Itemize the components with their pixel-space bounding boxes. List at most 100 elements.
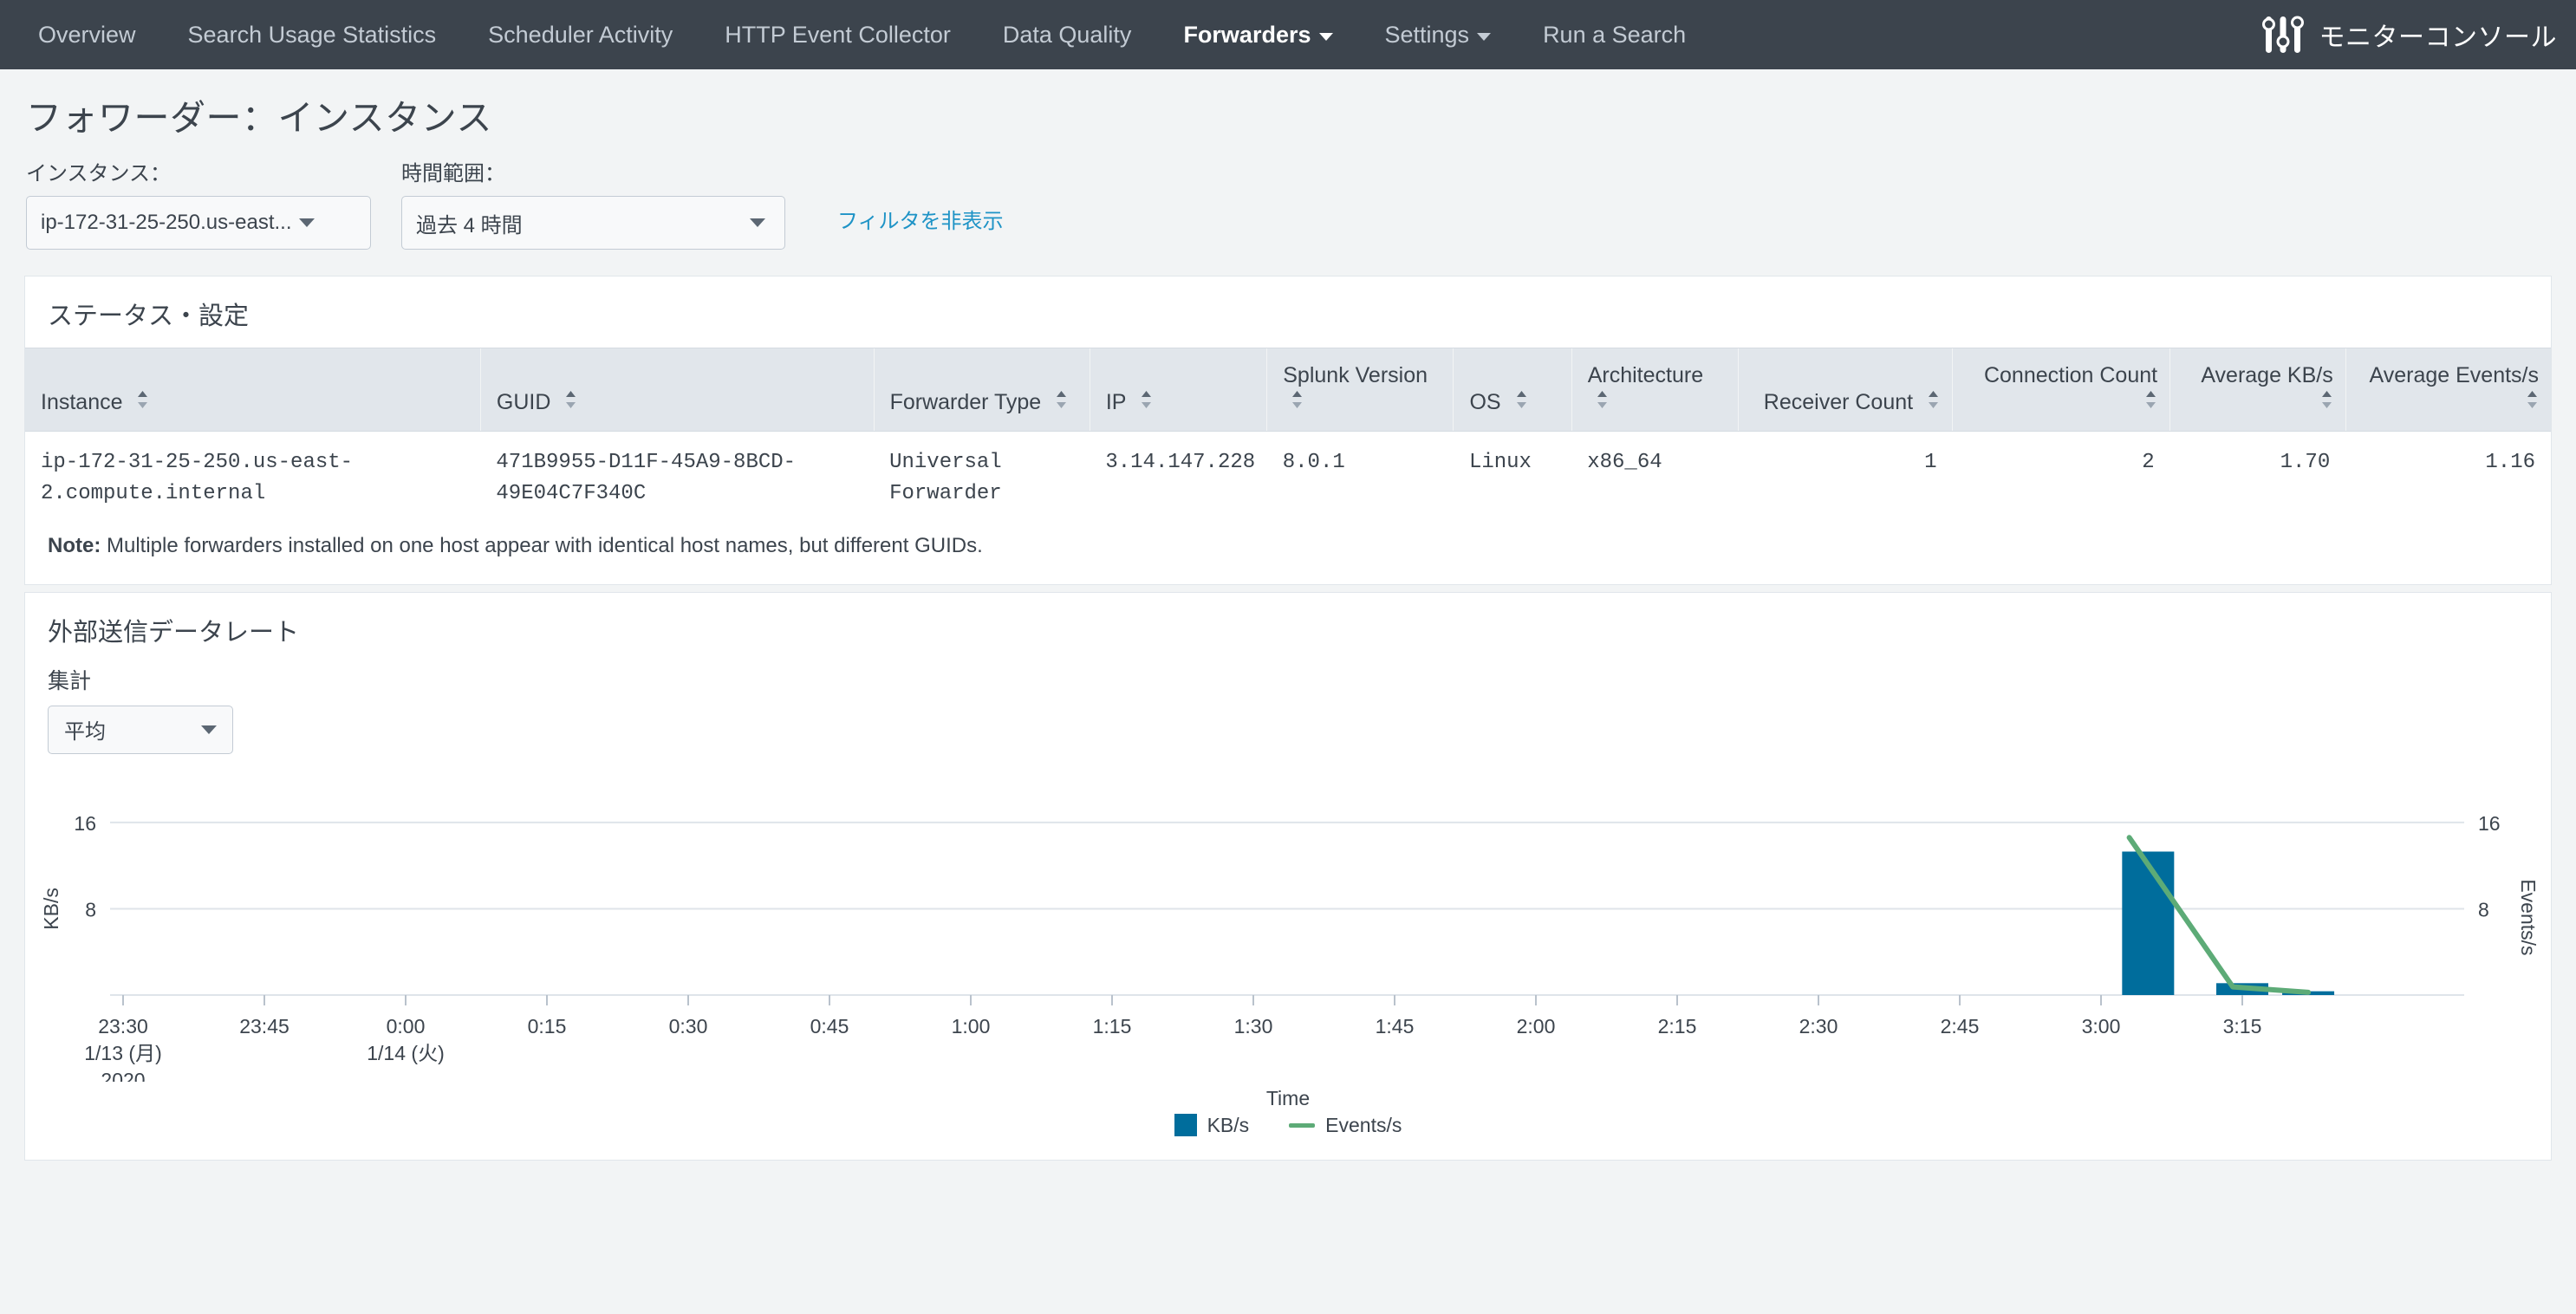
svg-text:23:30: 23:30 <box>98 1015 148 1038</box>
svg-text:2020: 2020 <box>101 1069 145 1082</box>
chart-container: 8 8 16 16 KB/s Events/s 23:30 1/13 (月) 2020 23:45… <box>25 796 2551 1160</box>
nav-item-run-a-search[interactable]: Run a Search <box>1517 0 1712 69</box>
svg-text:1:45: 1:45 <box>1376 1015 1415 1038</box>
svg-text:2:45: 2:45 <box>1941 1015 1980 1038</box>
data-rate-panel: 外部送信データレート 集計 平均 881616KB/sEvents/s23:30… <box>24 592 2552 1161</box>
svg-text:1/13 (月): 1/13 (月) <box>84 1042 161 1064</box>
aggregation-select[interactable]: 平均 <box>48 706 233 754</box>
svg-text:16: 16 <box>74 811 96 834</box>
sort-icon <box>1596 390 1609 409</box>
table-row[interactable]: ip-172-31-25-250.us-east-2.compute.inter… <box>25 431 2551 525</box>
chart-panel-title: 外部送信データレート <box>25 593 2551 664</box>
svg-text:0:30: 0:30 <box>669 1015 708 1038</box>
time-range-select[interactable]: 過去 4 時間 <box>401 196 785 250</box>
svg-text:8: 8 <box>2478 898 2489 920</box>
column-label: Average Events/s <box>2370 363 2539 387</box>
cell-forwarder-type: Universal Forwarder <box>874 431 1090 525</box>
nav-item-overview[interactable]: Overview <box>12 0 162 69</box>
nav-item-label: HTTP Event Collector <box>725 22 951 49</box>
svg-text:2:00: 2:00 <box>1517 1015 1556 1038</box>
chevron-down-icon <box>750 218 765 227</box>
column-label: Receiver Count <box>1764 390 1913 414</box>
status-panel-title: ステータス・設定 <box>25 276 2551 348</box>
column-header-connection-count[interactable]: Connection Count <box>1953 348 2170 432</box>
sort-icon <box>1291 390 1304 409</box>
nav-item-forwarders[interactable]: Forwarders <box>1157 0 1358 69</box>
filter-bar: インスタンス： ip-172-31-25-250.us-east... 時間範囲… <box>26 156 2550 250</box>
column-header-receiver-count[interactable]: Receiver Count <box>1738 348 1952 432</box>
column-header-average-events[interactable]: Average Events/s <box>2345 348 2551 432</box>
nav-items: Overview Search Usage Statistics Schedul… <box>12 0 1712 69</box>
chevron-down-icon <box>299 218 315 227</box>
svg-text:8: 8 <box>85 898 96 920</box>
svg-text:1:00: 1:00 <box>952 1015 991 1038</box>
column-header-ip[interactable]: IP <box>1090 348 1266 432</box>
column-label: Splunk Version <box>1283 363 1428 387</box>
cell-instance: ip-172-31-25-250.us-east-2.compute.inter… <box>25 431 480 525</box>
cell-ip: 3.14.147.228 <box>1090 431 1266 525</box>
chevron-down-icon <box>1477 33 1491 41</box>
nav-item-search-usage-statistics[interactable]: Search Usage Statistics <box>162 0 463 69</box>
brand[interactable]: モニターコンソール <box>2262 0 2558 69</box>
instance-filter-group: インスタンス： ip-172-31-25-250.us-east... <box>26 156 371 250</box>
column-label: Forwarder Type <box>890 390 1042 414</box>
forwarder-data-rate-chart[interactable]: 881616KB/sEvents/s23:301/13 (月)202023:45… <box>25 796 2551 1082</box>
aggregation-select-value: 平均 <box>64 714 106 745</box>
column-header-average-kbs[interactable]: Average KB/s <box>2170 348 2346 432</box>
column-header-architecture[interactable]: Architecture <box>1571 348 1738 432</box>
nav-item-label: Data Quality <box>1003 22 1132 49</box>
note-prefix: Note: <box>48 534 101 557</box>
sort-icon <box>1140 390 1153 409</box>
sort-icon <box>2526 390 2539 409</box>
chart-legend: KB/s Events/s <box>25 1114 2551 1149</box>
cell-guid: 471B9955-D11F-45A9-8BCD-49E04C7F340C <box>480 431 874 525</box>
legend-swatch-line-icon <box>1289 1123 1315 1128</box>
nav-item-label: Forwarders <box>1183 22 1311 49</box>
nav-item-label: Scheduler Activity <box>488 22 673 49</box>
nav-item-scheduler-activity[interactable]: Scheduler Activity <box>462 0 699 69</box>
column-label: IP <box>1106 390 1126 414</box>
legend-swatch-bar-icon <box>1174 1114 1197 1136</box>
column-label: Connection Count <box>1984 363 2157 387</box>
nav-item-http-event-collector[interactable]: HTTP Event Collector <box>699 0 977 69</box>
svg-text:16: 16 <box>2478 811 2501 834</box>
legend-label: KB/s <box>1207 1114 1250 1137</box>
column-header-forwarder-type[interactable]: Forwarder Type <box>874 348 1090 432</box>
nav-item-label: Overview <box>38 22 136 49</box>
svg-text:2:15: 2:15 <box>1658 1015 1697 1038</box>
cell-receiver-count: 1 <box>1738 431 1952 525</box>
chevron-down-icon <box>1319 33 1333 41</box>
column-label: GUID <box>497 390 551 414</box>
cell-os: Linux <box>1454 431 1571 525</box>
instance-select[interactable]: ip-172-31-25-250.us-east... <box>26 196 371 250</box>
top-navbar: Overview Search Usage Statistics Schedul… <box>0 0 2576 69</box>
column-header-instance[interactable]: Instance <box>25 348 480 432</box>
column-label: OS <box>1469 390 1500 414</box>
cell-connection-count: 2 <box>1953 431 2170 525</box>
svg-text:3:15: 3:15 <box>2223 1015 2262 1038</box>
column-header-os[interactable]: OS <box>1454 348 1571 432</box>
sort-icon <box>136 390 149 409</box>
page-title: フォワーダー：インスタンス <box>26 88 2550 140</box>
svg-text:1:30: 1:30 <box>1234 1015 1273 1038</box>
nav-item-label: Search Usage Statistics <box>188 22 437 49</box>
svg-text:0:15: 0:15 <box>528 1015 567 1038</box>
legend-item-events[interactable]: Events/s <box>1289 1114 1402 1137</box>
legend-item-kbs[interactable]: KB/s <box>1174 1114 1250 1137</box>
nav-item-data-quality[interactable]: Data Quality <box>977 0 1158 69</box>
chart-x-axis-title: Time <box>25 1087 2551 1110</box>
svg-text:23:45: 23:45 <box>239 1015 289 1038</box>
time-range-select-value: 過去 4 時間 <box>416 208 523 238</box>
column-header-guid[interactable]: GUID <box>480 348 874 432</box>
nav-item-label: Run a Search <box>1543 22 1686 49</box>
cell-average-events: 1.16 <box>2345 431 2551 525</box>
column-label: Architecture <box>1588 363 1703 387</box>
sort-icon <box>2144 390 2157 409</box>
column-header-splunk-version[interactable]: Splunk Version <box>1267 348 1454 432</box>
svg-text:2:30: 2:30 <box>1799 1015 1838 1038</box>
chevron-down-icon <box>201 725 217 734</box>
sort-icon <box>1927 390 1940 409</box>
nav-item-settings[interactable]: Settings <box>1359 0 1518 69</box>
sliders-icon <box>2262 13 2304 56</box>
hide-filters-link[interactable]: フィルタを非表示 <box>837 204 1004 250</box>
